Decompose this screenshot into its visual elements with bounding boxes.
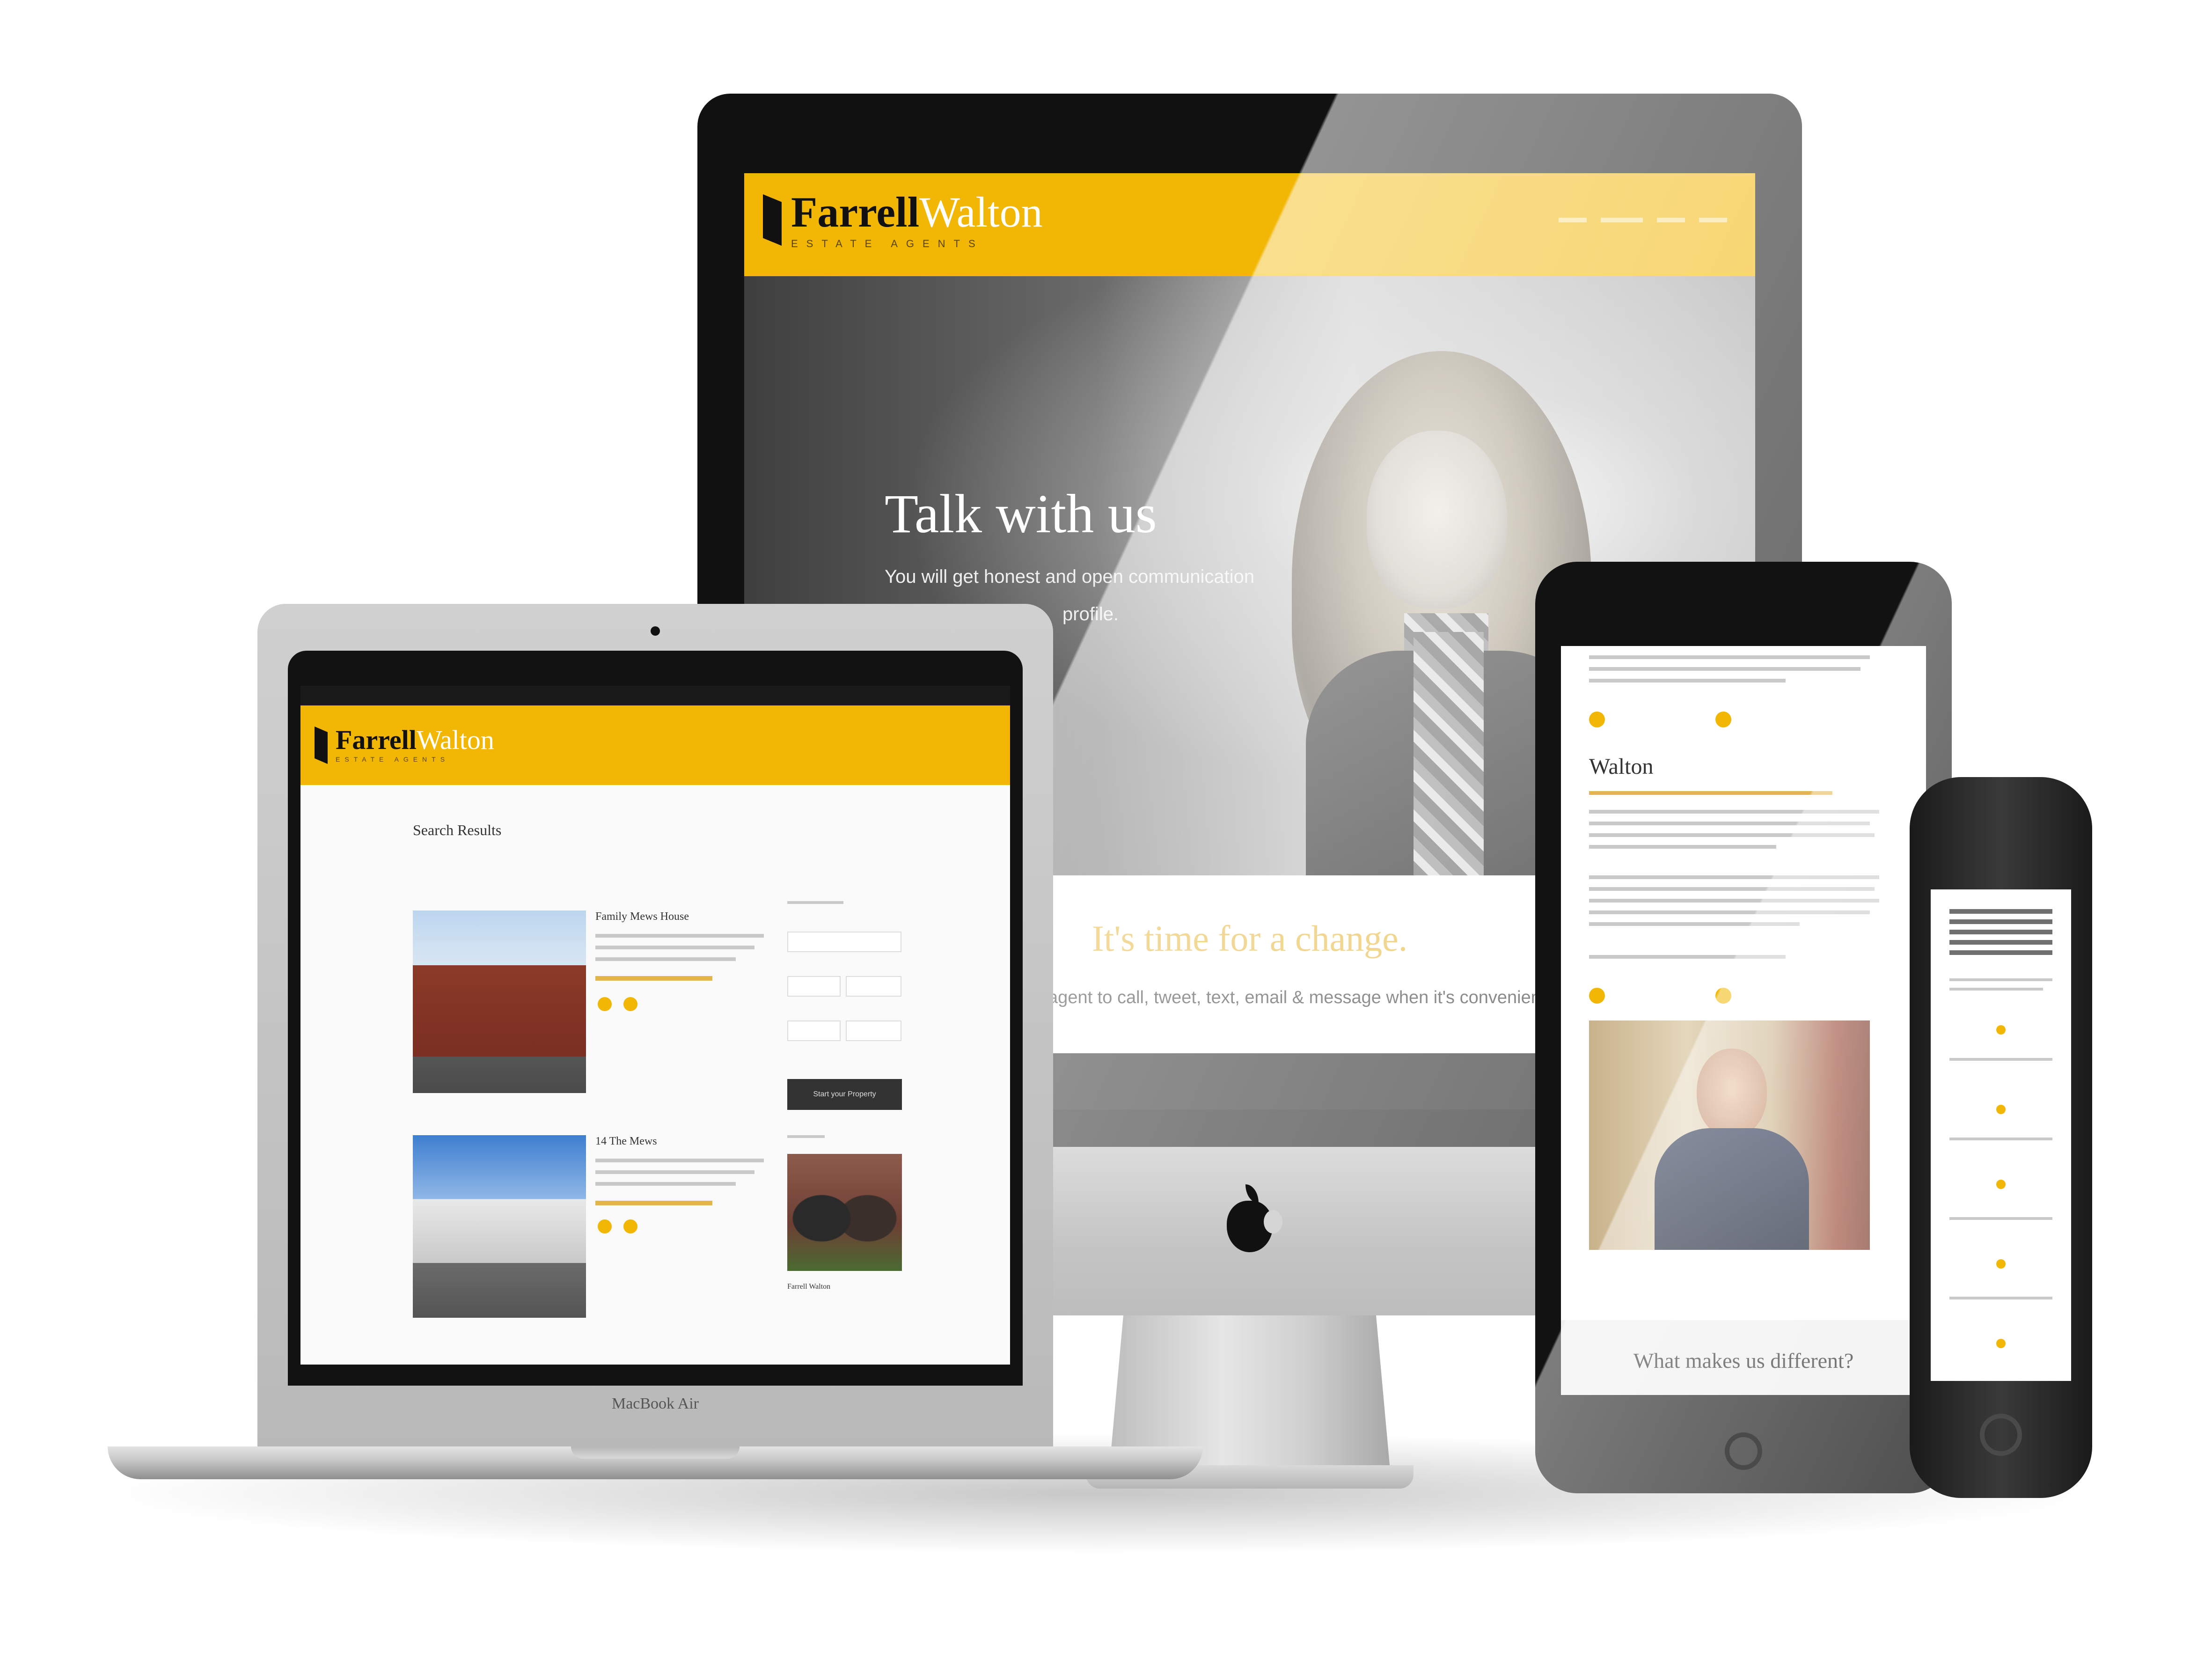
browser-topbar <box>300 686 1010 705</box>
iphone-device <box>1910 777 2092 1498</box>
difference-heading: What makes us different? <box>1633 1349 1854 1373</box>
brand-logo-icon <box>763 194 782 246</box>
ipad-text <box>1589 910 1870 914</box>
agent-face <box>1697 1049 1767 1138</box>
listing1-desc <box>595 934 764 938</box>
hero-text-line1: You will get honest and open communicati… <box>885 566 1255 587</box>
listing2-title[interactable]: 14 The Mews <box>595 1135 657 1148</box>
ipad-text <box>1589 833 1875 837</box>
ipad-text <box>1589 887 1875 891</box>
brand-logo-icon <box>315 727 328 764</box>
search-select[interactable] <box>846 976 901 997</box>
iphone-text <box>1949 1217 2052 1220</box>
search-select[interactable] <box>787 932 901 952</box>
sidebar-label <box>787 901 843 904</box>
agent-name: Farrell Walton <box>787 1283 831 1291</box>
brand-name-part1: Farrell <box>791 188 920 236</box>
macbook-screen: FarrellWalton ESTATE AGENTS Search Resul… <box>300 686 1010 1365</box>
macbook-header: FarrellWalton ESTATE AGENTS <box>300 705 1010 785</box>
listing1-desc <box>595 957 736 961</box>
listing2-desc <box>595 1170 754 1174</box>
brand-logo[interactable]: FarrellWalton ESTATE AGENTS <box>791 187 1119 262</box>
search-select[interactable] <box>787 1020 841 1041</box>
ipad-subtitle <box>1589 791 1832 795</box>
iphone-text <box>1949 1138 2052 1140</box>
ipad-text <box>1589 922 1800 926</box>
nav-item[interactable] <box>1559 218 1587 222</box>
listing2-image[interactable] <box>413 1135 586 1318</box>
listing2-desc <box>595 1159 764 1162</box>
listing2-desc <box>595 1182 736 1186</box>
listing1-image[interactable] <box>413 910 586 1093</box>
hero-person-scarf-front <box>1414 632 1484 875</box>
iphone-text <box>1949 988 2043 991</box>
ipad-action-button[interactable] <box>1715 712 1731 727</box>
listing1-price <box>595 976 712 981</box>
macbook-notch <box>571 1446 740 1459</box>
listing1-action-button[interactable] <box>623 997 637 1011</box>
ipad-action-button[interactable] <box>1589 712 1605 727</box>
ipad-text <box>1589 810 1879 814</box>
agent-photo <box>787 1154 902 1271</box>
brand-tagline: ESTATE AGENTS <box>336 756 450 763</box>
ipad-text <box>1589 875 1879 879</box>
agent-suit <box>1655 1128 1809 1250</box>
ipad-text <box>1589 667 1860 671</box>
search-sidebar: Start your Property Farrell Walton <box>787 892 904 1313</box>
ipad-text <box>1589 655 1870 659</box>
iphone-text <box>1949 1297 2052 1299</box>
listing1-action-button[interactable] <box>598 997 612 1011</box>
iphone-action-button[interactable] <box>1996 1180 2006 1189</box>
ipad-device: Walton What makes us different? <box>1535 562 1952 1493</box>
iphone-home-button[interactable] <box>1980 1414 2022 1456</box>
ipad-text <box>1589 679 1786 683</box>
listing1-title[interactable]: Family Mews House <box>595 910 689 923</box>
iphone-action-button[interactable] <box>1996 1339 2006 1348</box>
brand-name-part2: Walton <box>416 725 494 755</box>
ipad-text <box>1589 822 1870 825</box>
nav-item[interactable] <box>1657 218 1685 222</box>
iphone-heading-graphic <box>1949 903 2052 955</box>
brand-logo[interactable]: FarrellWalton ESTATE AGENTS <box>336 724 494 763</box>
listing2-action-button[interactable] <box>623 1219 637 1233</box>
listing2-price <box>595 1201 712 1205</box>
ipad-action-button[interactable] <box>1589 988 1605 1004</box>
imac-nav[interactable] <box>1559 218 1727 223</box>
ipad-screen: Walton What makes us different? <box>1561 646 1926 1395</box>
ipad-text <box>1589 845 1776 849</box>
search-select[interactable] <box>846 1020 901 1041</box>
nav-item[interactable] <box>1601 218 1643 222</box>
agent-heading: Walton <box>1589 754 1654 779</box>
camera-dot <box>651 626 660 636</box>
brand-name-part1: Farrell <box>336 725 417 755</box>
ipad-action-button[interactable] <box>1715 988 1731 1004</box>
sidebar-label <box>787 1135 825 1138</box>
agent-photo <box>1589 1020 1870 1250</box>
search-button[interactable]: Start your Property <box>787 1079 902 1110</box>
ipad-home-button[interactable] <box>1725 1432 1762 1470</box>
search-select[interactable] <box>787 976 841 997</box>
ipad-text <box>1589 955 1786 959</box>
iphone-action-button[interactable] <box>1996 1259 2006 1269</box>
brand-tagline: ESTATE AGENTS <box>791 238 984 250</box>
difference-section: What makes us different? <box>1561 1320 1926 1395</box>
page-title: Search Results <box>413 822 502 838</box>
apple-logo-icon <box>1224 1184 1282 1255</box>
iphone-action-button[interactable] <box>1996 1025 2006 1035</box>
hero-person-face <box>1367 431 1507 609</box>
nav-item[interactable] <box>1699 218 1727 222</box>
brand-name-part2: Walton <box>919 188 1043 236</box>
hero-title: Talk with us <box>885 483 1157 544</box>
listing1-desc <box>595 946 754 949</box>
imac-header: FarrellWalton ESTATE AGENTS <box>744 173 1755 276</box>
ipad-text <box>1589 899 1879 903</box>
macbook-device: FarrellWalton ESTATE AGENTS Search Resul… <box>108 604 1203 1498</box>
iphone-text <box>1949 978 2052 981</box>
macbook-model-label: MacBook Air <box>611 1395 699 1412</box>
iphone-action-button[interactable] <box>1996 1105 2006 1114</box>
iphone-screen <box>1931 889 2071 1381</box>
listing2-action-button[interactable] <box>598 1219 612 1233</box>
iphone-text <box>1949 1058 2052 1061</box>
